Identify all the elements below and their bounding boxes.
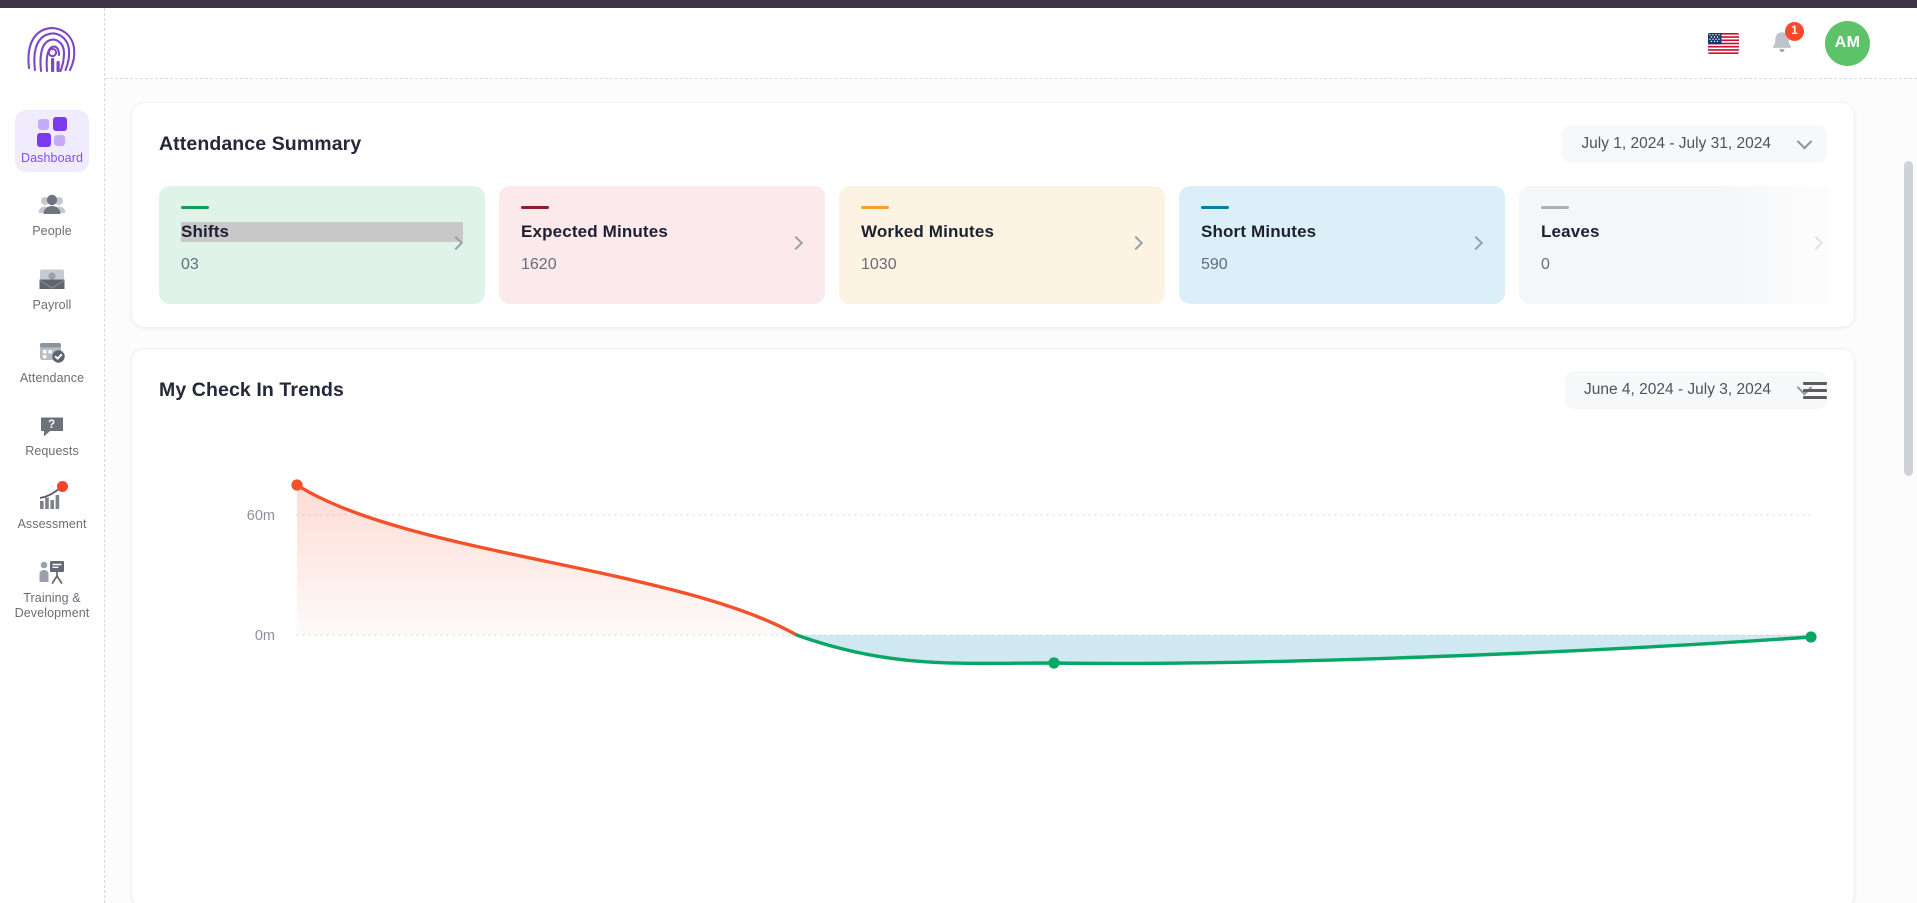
stat-tile-shifts[interactable]: Shifts 03 bbox=[159, 186, 485, 304]
fingerprint-logo-icon[interactable] bbox=[22, 22, 82, 82]
sidebar: Dashboard People Payroll Attendance ? Re… bbox=[0, 8, 105, 903]
attendance-calendar-check-icon bbox=[37, 337, 67, 367]
sidebar-item-label: Payroll bbox=[32, 297, 72, 312]
stat-tile-worked-minutes[interactable]: Worked Minutes 1030 bbox=[839, 186, 1165, 304]
tile-accent-bar bbox=[1201, 206, 1229, 209]
requests-question-bubble-icon: ? bbox=[37, 410, 67, 440]
chart-title: My Check In Trends bbox=[159, 378, 344, 401]
check-in-trends-header: My Check In Trends June 4, 2024 - July 3… bbox=[132, 349, 1854, 409]
sidebar-item-dashboard[interactable]: Dashboard bbox=[15, 110, 89, 173]
sidebar-item-label: Dashboard bbox=[20, 151, 84, 165]
tile-value: 0 bbox=[1541, 256, 1550, 273]
sidebar-item-label: Requests bbox=[25, 444, 79, 458]
us-flag-icon[interactable] bbox=[1708, 32, 1739, 54]
tile-accent-bar bbox=[861, 206, 889, 209]
tile-label: Expected Minutes bbox=[521, 222, 668, 241]
svg-text:60m: 60m bbox=[247, 508, 275, 524]
sidebar-item-people[interactable]: People bbox=[15, 183, 89, 245]
sidebar-nav: Dashboard People Payroll Attendance ? Re… bbox=[0, 110, 104, 638]
tile-label: Short Minutes bbox=[1201, 222, 1317, 241]
sidebar-item-label: People bbox=[32, 224, 72, 239]
tile-value: 03 bbox=[181, 256, 199, 273]
notifications-button[interactable]: 1 bbox=[1769, 22, 1804, 57]
assessment-growth-chart-icon bbox=[37, 481, 68, 513]
sidebar-item-training-development[interactable]: Training & Development bbox=[15, 550, 89, 628]
sidebar-item-requests[interactable]: ? Requests bbox=[15, 403, 89, 465]
stat-tile-expected-minutes[interactable]: Expected Minutes 1620 bbox=[499, 186, 825, 304]
vertical-scrollbar[interactable] bbox=[1904, 161, 1913, 476]
payroll-icon bbox=[37, 264, 67, 294]
svg-text:?: ? bbox=[48, 419, 55, 431]
tile-accent-bar bbox=[521, 206, 549, 209]
sidebar-item-assessment[interactable]: Assessment bbox=[15, 476, 89, 538]
stat-tile-leaves[interactable]: Leaves 0 bbox=[1519, 186, 1829, 304]
tile-accent-bar bbox=[1541, 206, 1569, 209]
page-title: Attendance Summary bbox=[159, 132, 362, 155]
svg-text:0m: 0m bbox=[255, 628, 275, 644]
check-in-trends-chart: 0m60m120m bbox=[132, 388, 1856, 903]
main-content: Attendance Summary July 1, 2024 - July 3… bbox=[105, 79, 1917, 903]
tile-label: Worked Minutes bbox=[861, 222, 995, 241]
trends-date-range-value: June 4, 2024 - July 3, 2024 bbox=[1584, 381, 1771, 398]
tile-label: Shifts bbox=[181, 222, 463, 242]
sidebar-item-attendance[interactable]: Attendance bbox=[15, 330, 89, 392]
avatar[interactable]: AM bbox=[1825, 20, 1870, 66]
summary-date-range-value: July 1, 2024 - July 31, 2024 bbox=[1581, 135, 1771, 152]
attendance-summary-header: Attendance Summary July 1, 2024 - July 3… bbox=[132, 103, 1854, 163]
top-accent-strip bbox=[0, 0, 1917, 8]
sidebar-item-label: Training & Development bbox=[14, 590, 90, 620]
hamburger-export-menu-icon[interactable] bbox=[1803, 382, 1827, 399]
sidebar-item-payroll[interactable]: Payroll bbox=[15, 257, 89, 319]
people-icon bbox=[37, 190, 67, 220]
training-presentation-icon bbox=[37, 557, 67, 587]
stat-tile-short-minutes[interactable]: Short Minutes 590 bbox=[1179, 186, 1505, 304]
chevron-down-icon bbox=[1796, 133, 1813, 149]
tile-value: 1620 bbox=[521, 256, 557, 273]
tile-accent-bar bbox=[181, 206, 209, 209]
trends-date-range-picker[interactable]: June 4, 2024 - July 3, 2024 bbox=[1565, 371, 1827, 409]
top-header-bar: 1 AM bbox=[105, 8, 1917, 79]
summary-date-range-picker[interactable]: July 1, 2024 - July 31, 2024 bbox=[1562, 125, 1827, 163]
tile-value: 1030 bbox=[861, 256, 897, 273]
dashboard-grid-icon bbox=[37, 117, 67, 147]
sidebar-item-label: Assessment bbox=[17, 517, 87, 532]
tile-label: Leaves bbox=[1541, 222, 1600, 241]
sidebar-item-label: Attendance bbox=[19, 370, 85, 385]
check-in-trends-card: My Check In Trends June 4, 2024 - July 3… bbox=[131, 348, 1855, 903]
attendance-summary-card: Attendance Summary July 1, 2024 - July 3… bbox=[131, 102, 1855, 328]
notification-count-badge: 1 bbox=[1785, 22, 1804, 41]
tile-value: 590 bbox=[1201, 256, 1228, 273]
attendance-stat-tiles: Shifts 03 Expected Minutes 1620 Worked M… bbox=[159, 186, 1829, 304]
